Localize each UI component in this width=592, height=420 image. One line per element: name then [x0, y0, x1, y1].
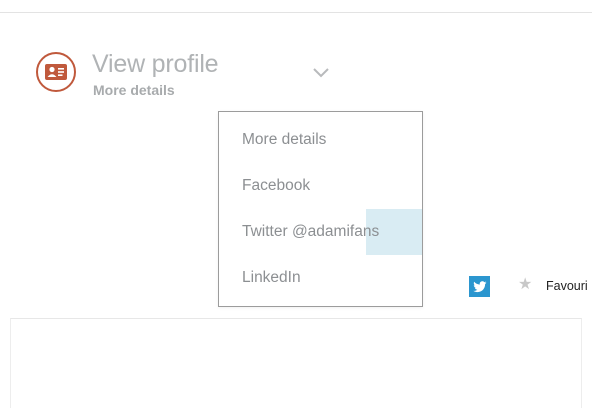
menu-item-label: Facebook — [242, 177, 311, 194]
top-divider — [0, 12, 592, 13]
menu-item-twitter[interactable]: Twitter @adamifans — [219, 209, 422, 255]
menu-item-label: More details — [242, 131, 327, 148]
chevron-down-icon[interactable] — [311, 66, 331, 80]
view-profile-header[interactable]: View profile More details — [36, 50, 336, 102]
menu-item-facebook[interactable]: Facebook — [219, 163, 422, 209]
profile-title: View profile — [92, 50, 219, 78]
contact-card-icon — [36, 52, 76, 92]
menu-item-linkedin[interactable]: LinkedIn — [219, 255, 422, 301]
twitter-bird-icon[interactable] — [469, 276, 490, 297]
lower-panel — [10, 318, 582, 408]
profile-subtitle: More details — [93, 82, 175, 98]
star-icon[interactable]: ★ — [518, 276, 536, 294]
favourite-label[interactable]: Favouri — [546, 279, 588, 293]
menu-item-more-details[interactable]: More details — [219, 117, 422, 163]
app-window: View profile More details More details F… — [0, 0, 592, 420]
menu-item-label: LinkedIn — [242, 269, 301, 286]
profile-dropdown-menu: More details Facebook Twitter @adamifans… — [218, 111, 423, 307]
menu-item-label: Twitter @adamifans — [242, 223, 380, 240]
